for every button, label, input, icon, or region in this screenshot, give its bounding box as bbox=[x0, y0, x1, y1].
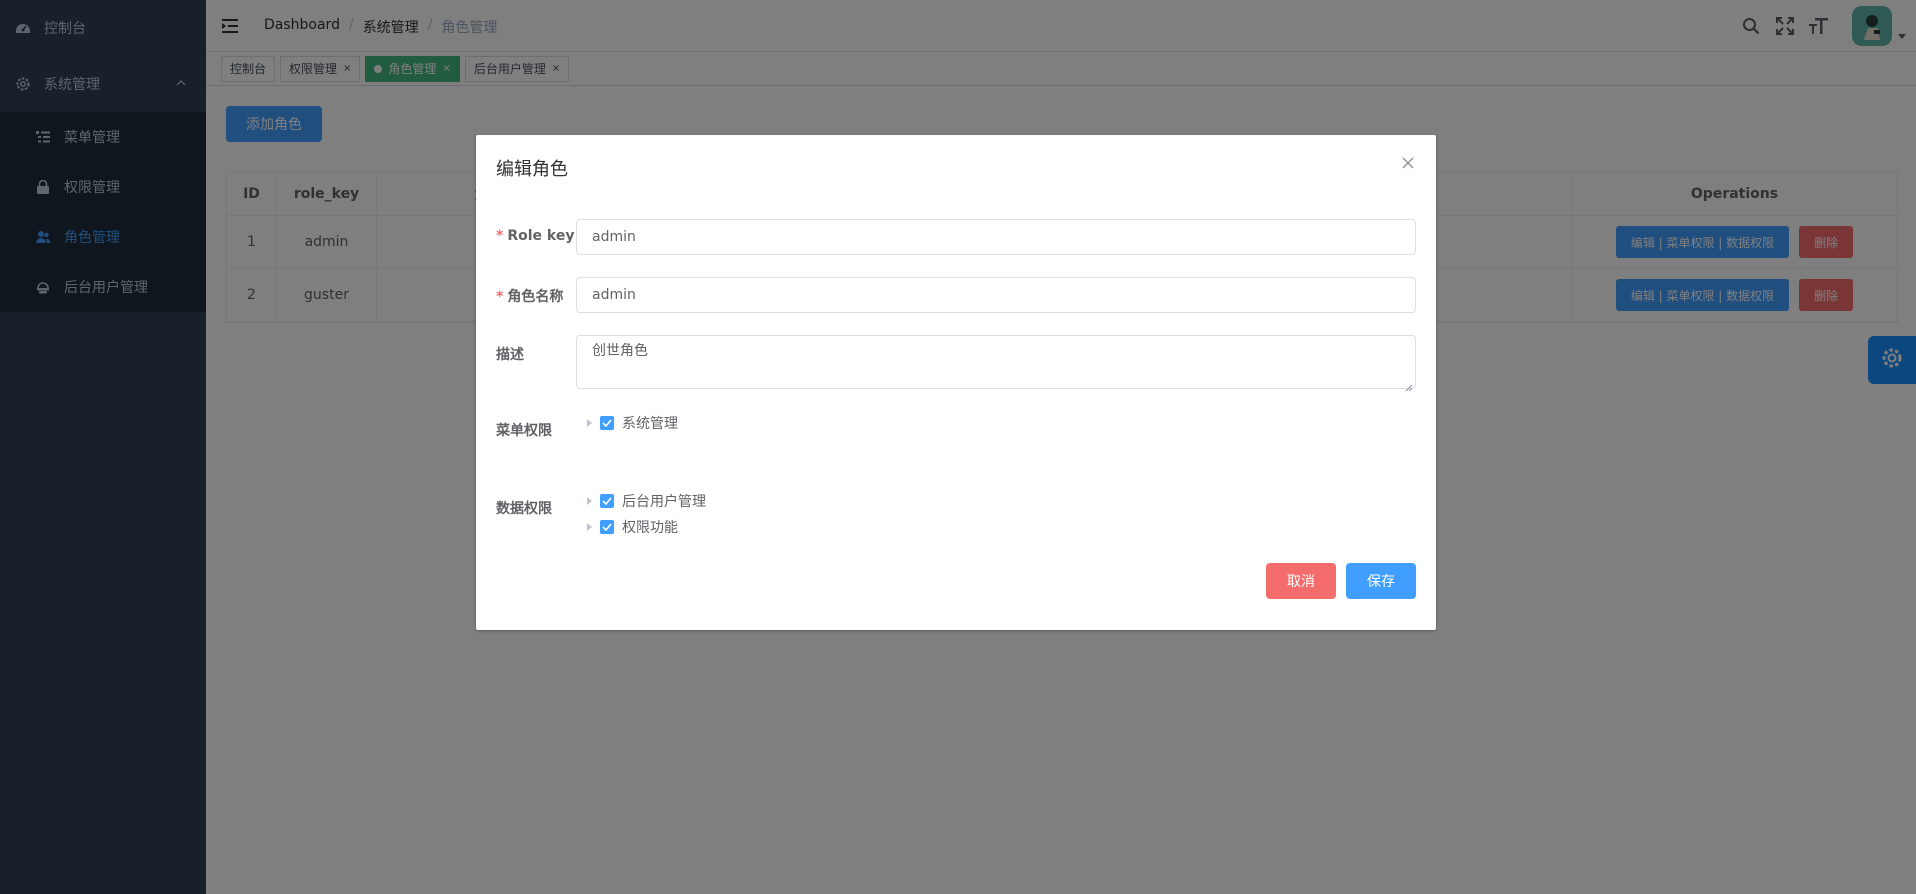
tree-node-label: 后台用户管理 bbox=[622, 494, 706, 510]
role-key-input[interactable]: admin bbox=[576, 219, 1416, 255]
role-key-label: * Role key bbox=[496, 228, 575, 244]
caret-right-icon[interactable] bbox=[587, 497, 592, 505]
edit-role-dialog: 编辑角色 * Role key admin * 角色名称 admin 描述 创世角色… bbox=[476, 135, 1436, 630]
cancel-button[interactable]: 取消 bbox=[1266, 563, 1336, 599]
checkbox-checked[interactable] bbox=[600, 416, 614, 430]
form-item-role-name: * 角色名称 admin bbox=[496, 277, 1416, 313]
checkbox-checked[interactable] bbox=[600, 520, 614, 534]
role-name-label: * 角色名称 bbox=[496, 289, 564, 305]
tree-node[interactable]: 后台用户管理 bbox=[576, 488, 706, 514]
form-item-desc: 描述 创世角色 bbox=[496, 335, 1416, 392]
dialog-title: 编辑角色 bbox=[496, 159, 568, 180]
tree-node[interactable]: 系统管理 bbox=[576, 410, 678, 436]
role-name-input[interactable]: admin bbox=[576, 277, 1416, 313]
tree-node-label: 系统管理 bbox=[622, 416, 678, 432]
caret-right-icon[interactable] bbox=[587, 419, 592, 427]
desc-value: 创世角色 bbox=[592, 343, 648, 359]
data-perm-label: 数据权限 bbox=[496, 501, 552, 517]
tree-node[interactable]: 权限功能 bbox=[576, 514, 706, 540]
form-item-menu-perm: 菜单权限 系统管理 bbox=[496, 410, 1416, 470]
data-perm-tree: 后台用户管理 权限功能 bbox=[576, 488, 706, 540]
close-icon[interactable] bbox=[1400, 155, 1416, 171]
desc-textarea[interactable]: 创世角色 bbox=[576, 335, 1416, 392]
form-item-role-key: * Role key admin bbox=[496, 219, 1416, 255]
resize-grip-icon[interactable] bbox=[1405, 378, 1413, 392]
save-button[interactable]: 保存 bbox=[1346, 563, 1416, 599]
menu-perm-label: 菜单权限 bbox=[496, 423, 552, 439]
caret-right-icon[interactable] bbox=[587, 523, 592, 531]
tree-node-label: 权限功能 bbox=[622, 520, 678, 536]
menu-perm-tree: 系统管理 bbox=[576, 410, 678, 436]
desc-label: 描述 bbox=[496, 347, 524, 363]
checkbox-checked[interactable] bbox=[600, 494, 614, 508]
form-item-data-perm: 数据权限 后台用户管理 权限功能 bbox=[496, 488, 1416, 548]
